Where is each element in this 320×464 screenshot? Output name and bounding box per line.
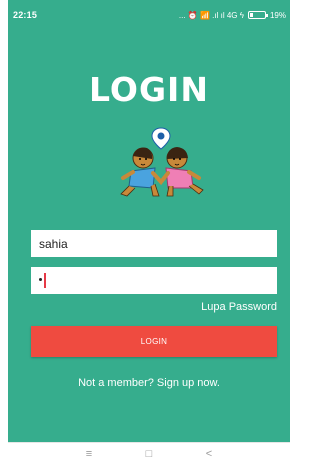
forgot-password-link[interactable]: Lupa Password [201, 301, 277, 313]
status-icons: ... ⏰ 📶 .ıl ıl 4G ϟ 19% [179, 11, 286, 20]
navigation-bar: ≡ □ < [8, 442, 290, 464]
back-icon[interactable]: < [202, 448, 216, 460]
login-button[interactable]: LOGIN [31, 326, 277, 357]
battery-icon [247, 11, 268, 19]
kids-holding-hands-logo [120, 127, 204, 197]
password-field[interactable] [31, 267, 277, 294]
menu-icon[interactable]: ≡ [82, 448, 96, 460]
page-title: LOGIN [89, 70, 209, 109]
status-bar: 22:15 ... ⏰ 📶 .ıl ıl 4G ϟ 19% [8, 0, 290, 30]
battery-percent: 19% [269, 10, 286, 20]
username-input[interactable] [31, 230, 277, 257]
signal-icons: ... ⏰ 📶 .ıl ıl 4G ϟ [178, 10, 244, 20]
login-screen: LOGIN sahia Lupa Password LOGIN Not a me… [8, 30, 290, 442]
status-time: 22:15 [13, 10, 38, 20]
phone-screen: 22:15 ... ⏰ 📶 .ıl ıl 4G ϟ 19% LOGIN sahi… [8, 0, 290, 464]
password-mask [39, 278, 42, 281]
text-caret [44, 273, 46, 288]
home-icon[interactable]: □ [142, 448, 156, 460]
signup-link[interactable]: Not a member? Sign up now. [8, 377, 290, 389]
